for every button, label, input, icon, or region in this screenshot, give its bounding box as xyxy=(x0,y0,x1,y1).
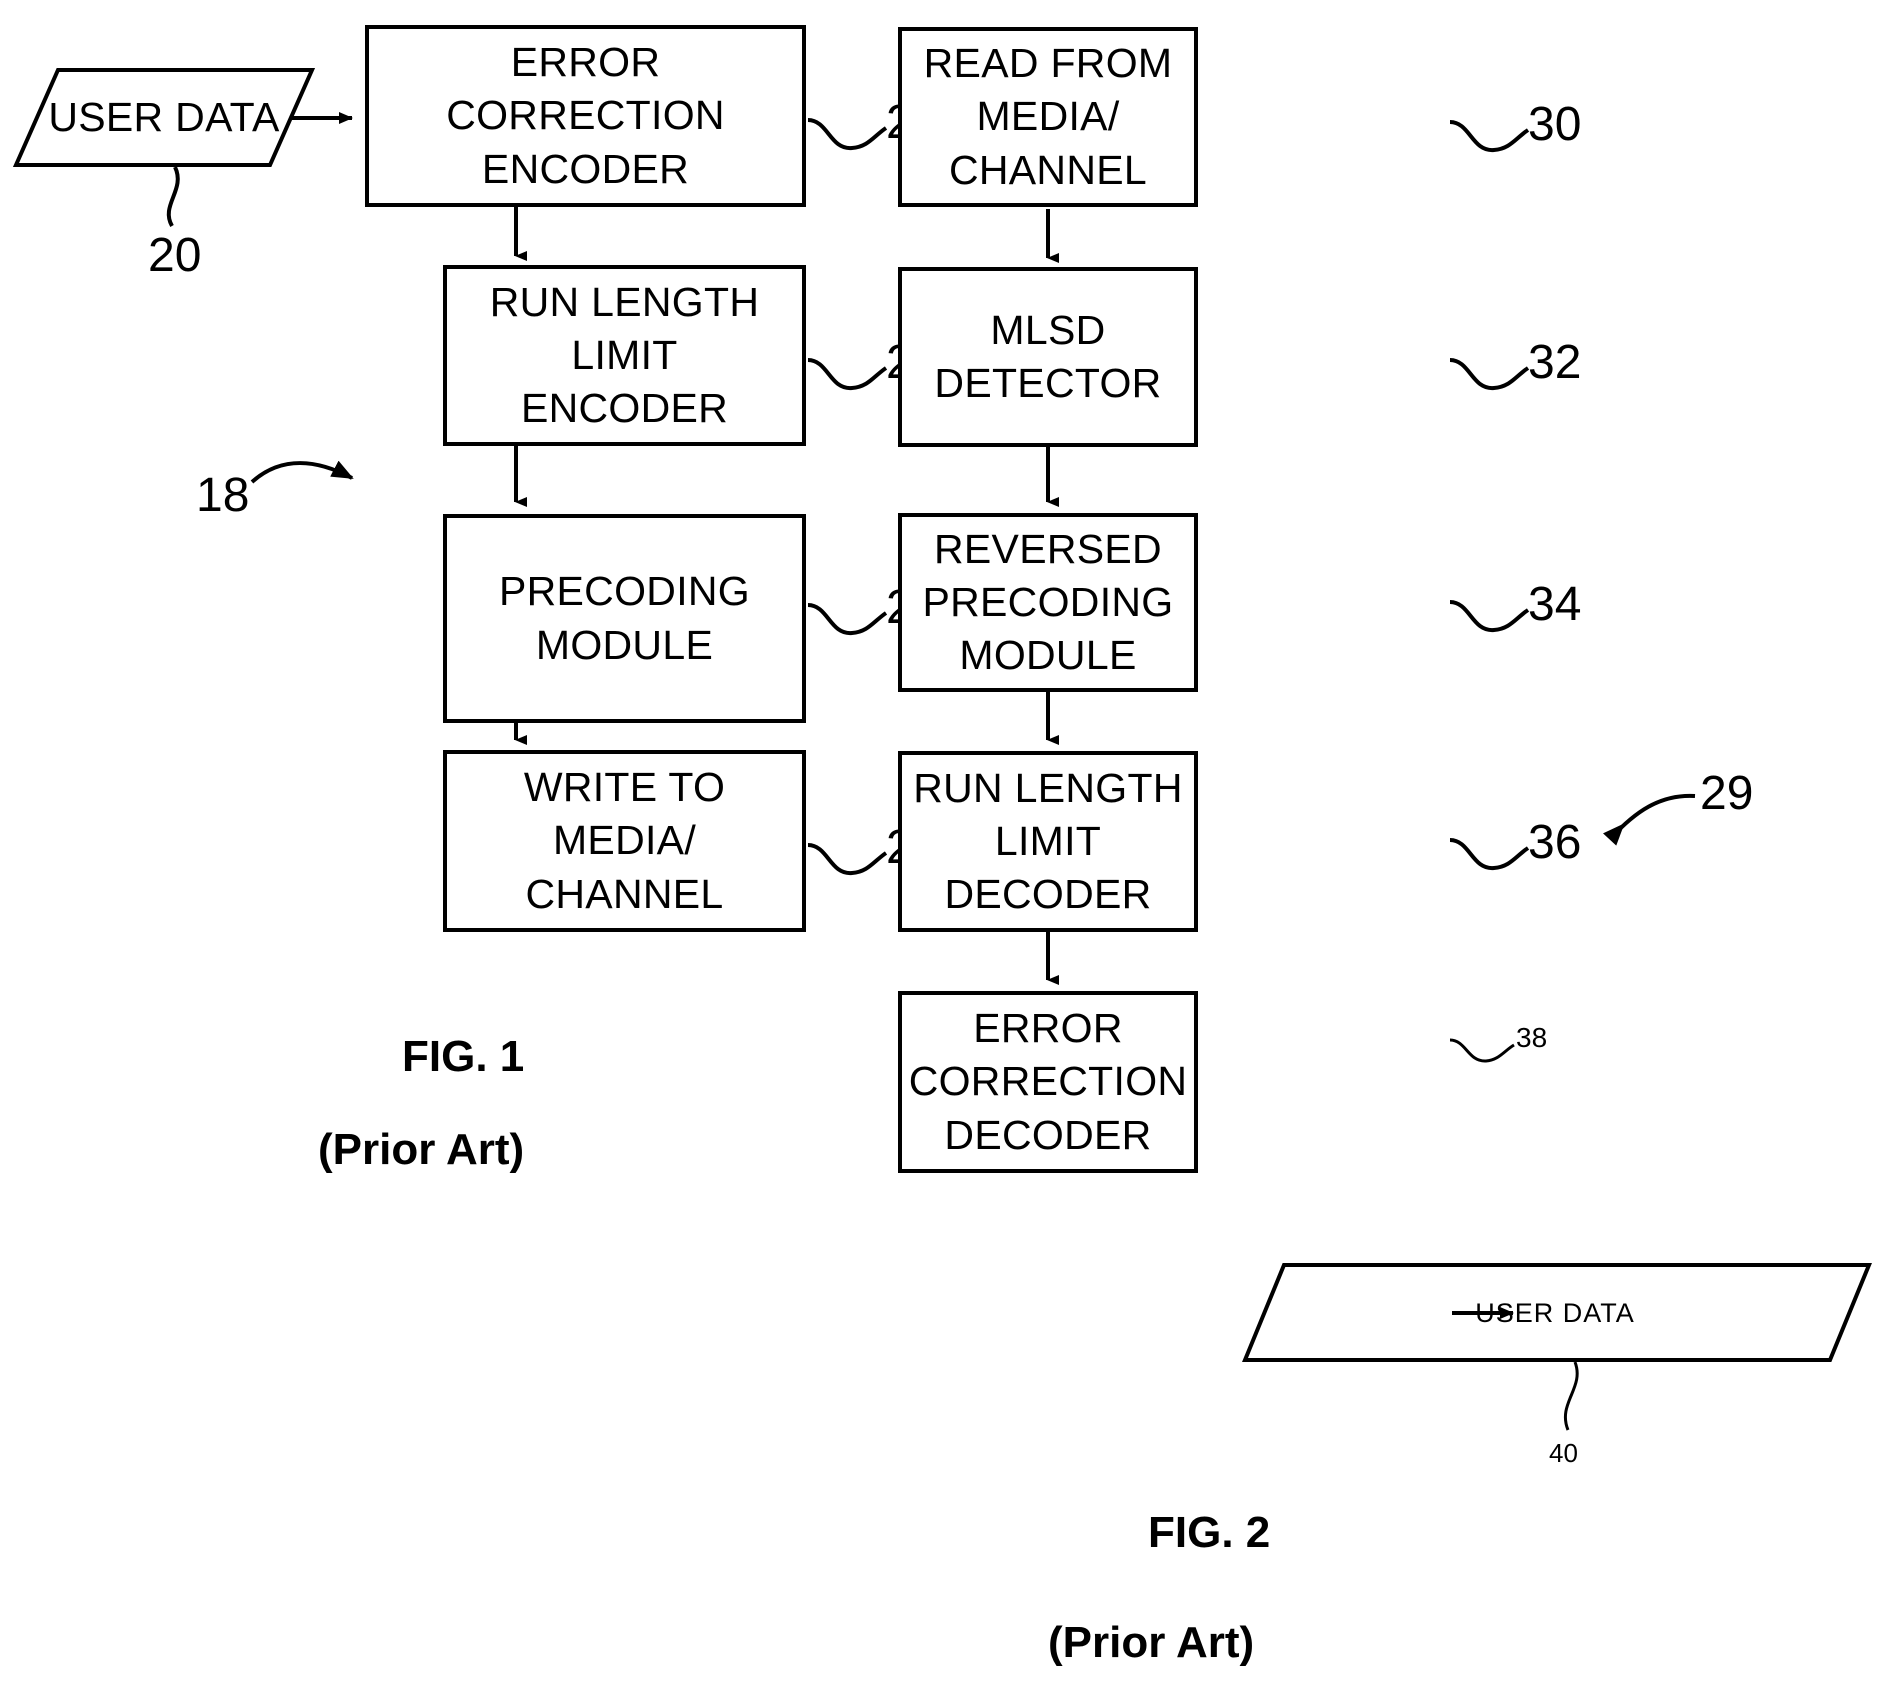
block-precoding-module: PRECODING MODULE xyxy=(443,514,806,723)
ref-label-18: 18 xyxy=(196,469,250,522)
block-error-correction-encoder: ERROR CORRECTION ENCODER xyxy=(365,25,806,207)
block-write-to-media-channel-label: WRITE TO MEDIA/ CHANNEL xyxy=(523,764,726,917)
block-mlsd-detector-label: MLSD DETECTOR xyxy=(934,306,1162,406)
ref-label-36: 36 xyxy=(1528,816,1582,869)
block-precoding-module-label: PRECODING MODULE xyxy=(498,568,750,668)
block-reversed-precoding-module-label: REVERSED PRECODING MODULE xyxy=(922,525,1174,679)
ref-label-34: 34 xyxy=(1528,578,1582,631)
leader-line-32 xyxy=(1449,358,1530,391)
ref-label-38: 38 xyxy=(1516,1022,1548,1053)
leader-line-24 xyxy=(807,358,888,391)
figure2-caption: FIG. 2 xyxy=(1148,1508,1271,1557)
figure1-prior-art-caption: (Prior Art) xyxy=(318,1125,525,1174)
leader-line-30 xyxy=(1449,120,1530,153)
block-run-length-limit-decoder: RUN LENGTH LIMIT DECODER xyxy=(898,751,1198,932)
patent-figure-sheet: USER DATA 20 ERROR CORRECTION ENCODER 22… xyxy=(0,0,1903,1707)
block-read-from-media-channel-label: READ FROM MEDIA/ CHANNEL xyxy=(923,40,1173,193)
block-error-correction-decoder-label: ERROR CORRECTION DECODER xyxy=(908,1005,1188,1158)
block-run-length-limit-encoder: RUN LENGTH LIMIT ENCODER xyxy=(443,265,806,446)
user-data-input-shape xyxy=(12,68,316,167)
block-error-correction-encoder-label: ERROR CORRECTION ENCODER xyxy=(446,39,725,192)
leader-arrow-18 xyxy=(250,460,354,484)
ref-label-40: 40 xyxy=(1549,1438,1578,1468)
leader-line-20 xyxy=(166,166,180,227)
block-read-from-media-channel: READ FROM MEDIA/ CHANNEL xyxy=(898,27,1198,207)
leader-line-34 xyxy=(1449,600,1530,633)
leader-line-28 xyxy=(807,843,888,876)
user-data-output-shape xyxy=(1242,1263,1872,1362)
ref-label-20: 20 xyxy=(148,229,202,282)
block-reversed-precoding-module: REVERSED PRECODING MODULE xyxy=(898,513,1198,692)
leader-line-40 xyxy=(1563,1361,1579,1431)
block-run-length-limit-decoder-label: RUN LENGTH LIMIT DECODER xyxy=(913,764,1183,918)
block-mlsd-detector: MLSD DETECTOR xyxy=(898,267,1198,447)
figure1-caption: FIG. 1 xyxy=(402,1032,525,1081)
leader-line-26 xyxy=(807,603,888,636)
ref-label-30: 30 xyxy=(1528,98,1582,151)
figure2-prior-art-caption: (Prior Art) xyxy=(1048,1618,1255,1667)
block-error-correction-decoder: ERROR CORRECTION DECODER xyxy=(898,991,1198,1173)
leader-line-38 xyxy=(1449,1038,1515,1063)
leader-line-22 xyxy=(807,118,888,151)
leader-line-36 xyxy=(1449,838,1530,871)
block-run-length-limit-encoder-label: RUN LENGTH LIMIT ENCODER xyxy=(489,278,760,432)
ref-label-32: 32 xyxy=(1528,336,1582,389)
leader-arrow-29 xyxy=(1603,793,1696,846)
ref-label-29: 29 xyxy=(1700,767,1754,820)
block-write-to-media-channel: WRITE TO MEDIA/ CHANNEL xyxy=(443,750,806,932)
